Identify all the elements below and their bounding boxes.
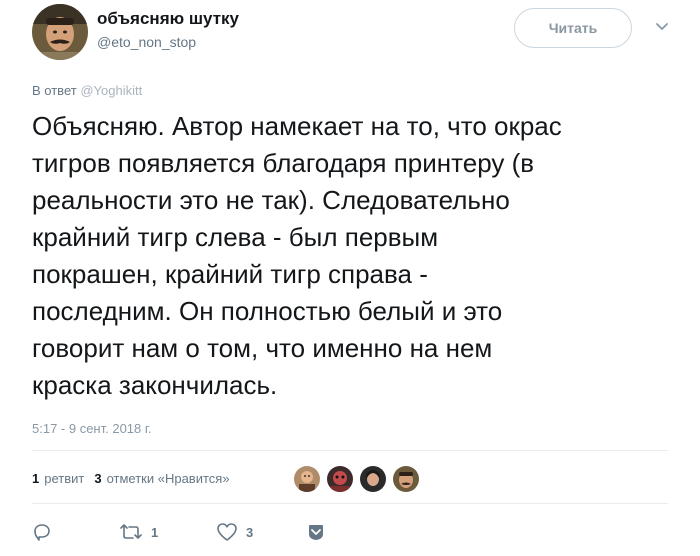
divider (32, 450, 668, 451)
reply-button[interactable] (32, 520, 52, 544)
like-stat[interactable]: 3 отметки «Нравится» (94, 471, 229, 486)
reply-mention-link[interactable]: @Yoghikitt (80, 83, 142, 98)
liker-avatar[interactable] (392, 465, 420, 493)
like-count: 3 (94, 470, 102, 486)
liker-avatar[interactable] (326, 465, 354, 493)
retweet-icon (120, 524, 142, 539)
reply-prefix: В ответ (32, 83, 77, 98)
tweet-timestamp[interactable]: 5:17 - 9 сент. 2018 г. (32, 421, 152, 436)
retweet-label: ретвит (44, 470, 85, 486)
tweet-stats: 1 ретвит 3 отметки «Нравится» (32, 466, 240, 490)
reply-context: В ответ @Yoghikitt (32, 83, 142, 98)
retweet-count: 1 (32, 470, 40, 486)
author-display-name[interactable]: объясняю шутку (97, 9, 239, 29)
retweet-stat[interactable]: 1 ретвит (32, 471, 84, 486)
liker-avatar[interactable] (359, 465, 387, 493)
retweet-button[interactable]: 1 (119, 520, 158, 544)
author-handle[interactable]: @eto_non_stop (97, 34, 196, 50)
like-button[interactable]: 3 (216, 520, 253, 544)
follow-button[interactable]: Читать (514, 8, 632, 48)
direct-message-button[interactable] (306, 520, 326, 544)
liker-avatar[interactable] (293, 465, 321, 493)
reply-icon (34, 524, 50, 541)
tweet-card: объясняю шутку @eto_non_stop Читать В от… (0, 0, 700, 556)
like-action-count: 3 (246, 524, 254, 540)
likers-avatars (293, 465, 425, 493)
author-avatar[interactable] (32, 4, 88, 60)
like-label: отметки «Нравится» (106, 470, 230, 486)
tweet-text: Объясняю. Автор намекает на то, что окра… (32, 111, 562, 400)
retweet-action-count: 1 (151, 524, 159, 540)
heart-icon (217, 523, 237, 541)
direct-message-icon (309, 525, 323, 540)
divider (32, 503, 668, 504)
chevron-down-icon[interactable] (655, 20, 669, 34)
